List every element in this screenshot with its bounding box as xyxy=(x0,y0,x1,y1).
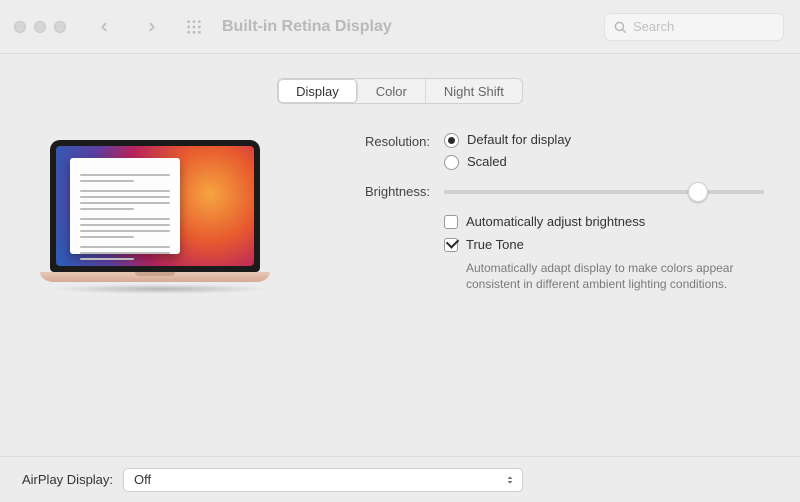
brightness-label: Brightness: xyxy=(320,182,430,199)
radio-icon xyxy=(444,133,459,148)
show-all-prefs-button[interactable] xyxy=(180,13,208,41)
updown-chevron-icon xyxy=(504,474,516,486)
brightness-slider[interactable] xyxy=(444,182,770,202)
search-icon xyxy=(613,20,627,34)
checkbox-icon xyxy=(444,238,458,252)
back-button[interactable] xyxy=(90,13,118,41)
airplay-label: AirPlay Display: xyxy=(22,472,113,487)
window-traffic-lights xyxy=(14,21,66,33)
tab-color[interactable]: Color xyxy=(358,79,426,103)
display-preview xyxy=(30,132,280,294)
tab-bar: Display Color Night Shift xyxy=(22,78,778,104)
search-input[interactable] xyxy=(633,19,775,34)
close-window-button[interactable] xyxy=(14,21,26,33)
tab-display[interactable]: Display xyxy=(278,79,358,103)
chevron-right-icon xyxy=(145,20,159,34)
resolution-scaled-label: Scaled xyxy=(467,154,507,169)
chevron-left-icon xyxy=(97,20,111,34)
checkbox-icon xyxy=(444,215,458,229)
laptop-illustration xyxy=(50,140,260,294)
airplay-select-value: Off xyxy=(134,472,151,487)
tab-night-shift[interactable]: Night Shift xyxy=(426,79,522,103)
true-tone-checkbox[interactable]: True Tone xyxy=(444,237,770,252)
true-tone-description: Automatically adapt display to make colo… xyxy=(444,260,770,292)
airplay-bar: AirPlay Display: Off xyxy=(0,456,800,502)
resolution-scaled-radio[interactable]: Scaled xyxy=(444,154,770,170)
content-area: Display Color Night Shift xyxy=(0,54,800,456)
true-tone-label: True Tone xyxy=(466,237,524,252)
radio-icon xyxy=(444,155,459,170)
minimize-window-button[interactable] xyxy=(34,21,46,33)
display-settings: Resolution: Default for display Scaled B… xyxy=(320,132,770,294)
auto-brightness-label: Automatically adjust brightness xyxy=(466,214,645,229)
window-titlebar: Built-in Retina Display xyxy=(0,0,800,54)
resolution-label: Resolution: xyxy=(320,132,430,149)
zoom-window-button[interactable] xyxy=(54,21,66,33)
airplay-select[interactable]: Off xyxy=(123,468,523,492)
slider-thumb-icon[interactable] xyxy=(688,182,708,202)
auto-brightness-checkbox[interactable]: Automatically adjust brightness xyxy=(444,214,770,229)
search-field[interactable] xyxy=(604,13,784,41)
resolution-default-label: Default for display xyxy=(467,132,571,147)
grid-icon xyxy=(186,19,202,35)
resolution-default-radio[interactable]: Default for display xyxy=(444,132,770,148)
forward-button[interactable] xyxy=(138,13,166,41)
window-title: Built-in Retina Display xyxy=(222,18,392,36)
